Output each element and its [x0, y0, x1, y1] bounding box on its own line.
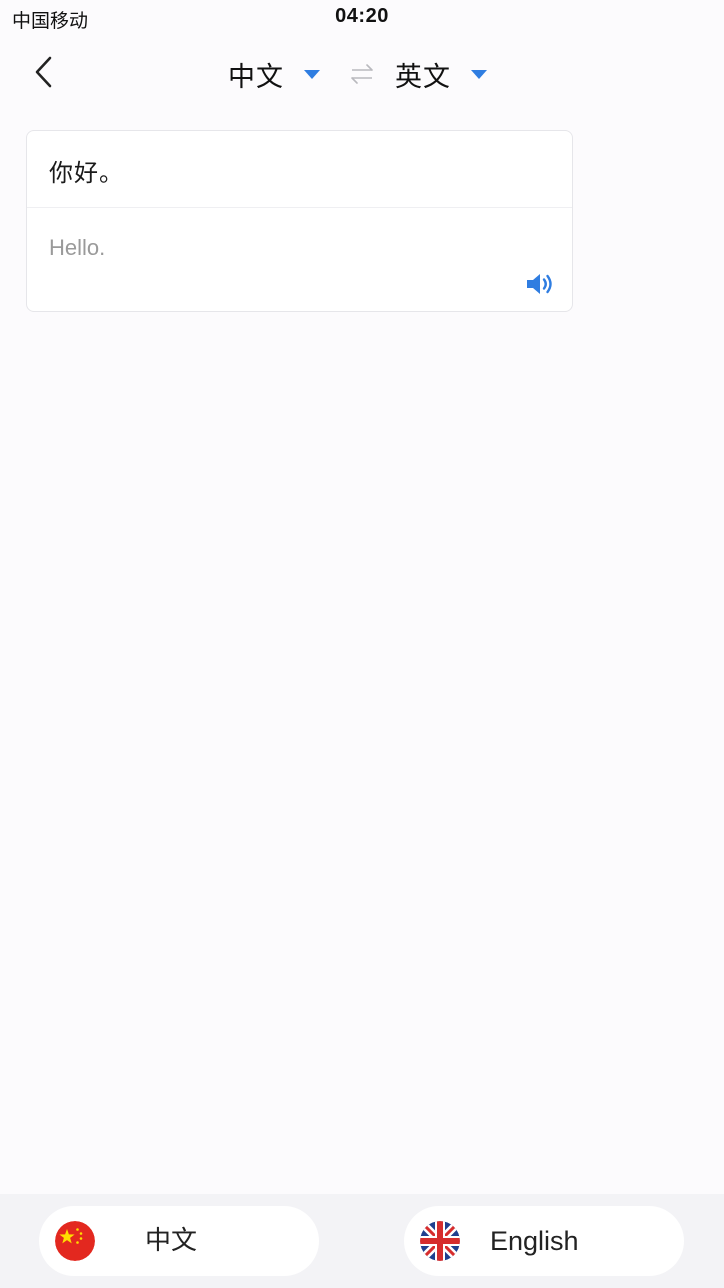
translated-text: Hello. — [49, 235, 106, 260]
status-bar: 中国移动 04:20 — [0, 0, 724, 36]
china-flag-icon — [55, 1221, 95, 1261]
bottom-bar: 中文 English — [0, 1194, 724, 1288]
translation-card[interactable]: 你好。 Hello. — [26, 130, 573, 312]
speak-english-button[interactable]: English — [404, 1206, 684, 1276]
source-language-label: 中文 — [228, 61, 284, 93]
back-button[interactable] — [24, 50, 64, 94]
speaker-icon — [527, 274, 552, 294]
uk-flag-icon — [420, 1221, 460, 1261]
caret-down-icon — [471, 69, 487, 79]
english-button-label: English — [490, 1226, 579, 1256]
caret-down-icon — [304, 69, 320, 79]
source-language-select[interactable]: 中文 — [228, 54, 320, 94]
speak-chinese-button[interactable]: 中文 — [39, 1206, 319, 1276]
swap-arrows-icon — [351, 64, 373, 84]
chevron-left-icon — [35, 56, 52, 88]
nav-bar: 中文 英文 — [0, 40, 724, 106]
status-time: 04:20 — [335, 5, 389, 27]
swap-languages-button[interactable] — [349, 60, 375, 88]
target-language-select[interactable]: 英文 — [395, 54, 487, 94]
card-divider — [27, 207, 572, 208]
chinese-button-label: 中文 — [145, 1226, 198, 1256]
source-text: 你好。 — [49, 159, 124, 187]
target-language-label: 英文 — [395, 61, 451, 93]
speak-button[interactable] — [524, 269, 556, 299]
